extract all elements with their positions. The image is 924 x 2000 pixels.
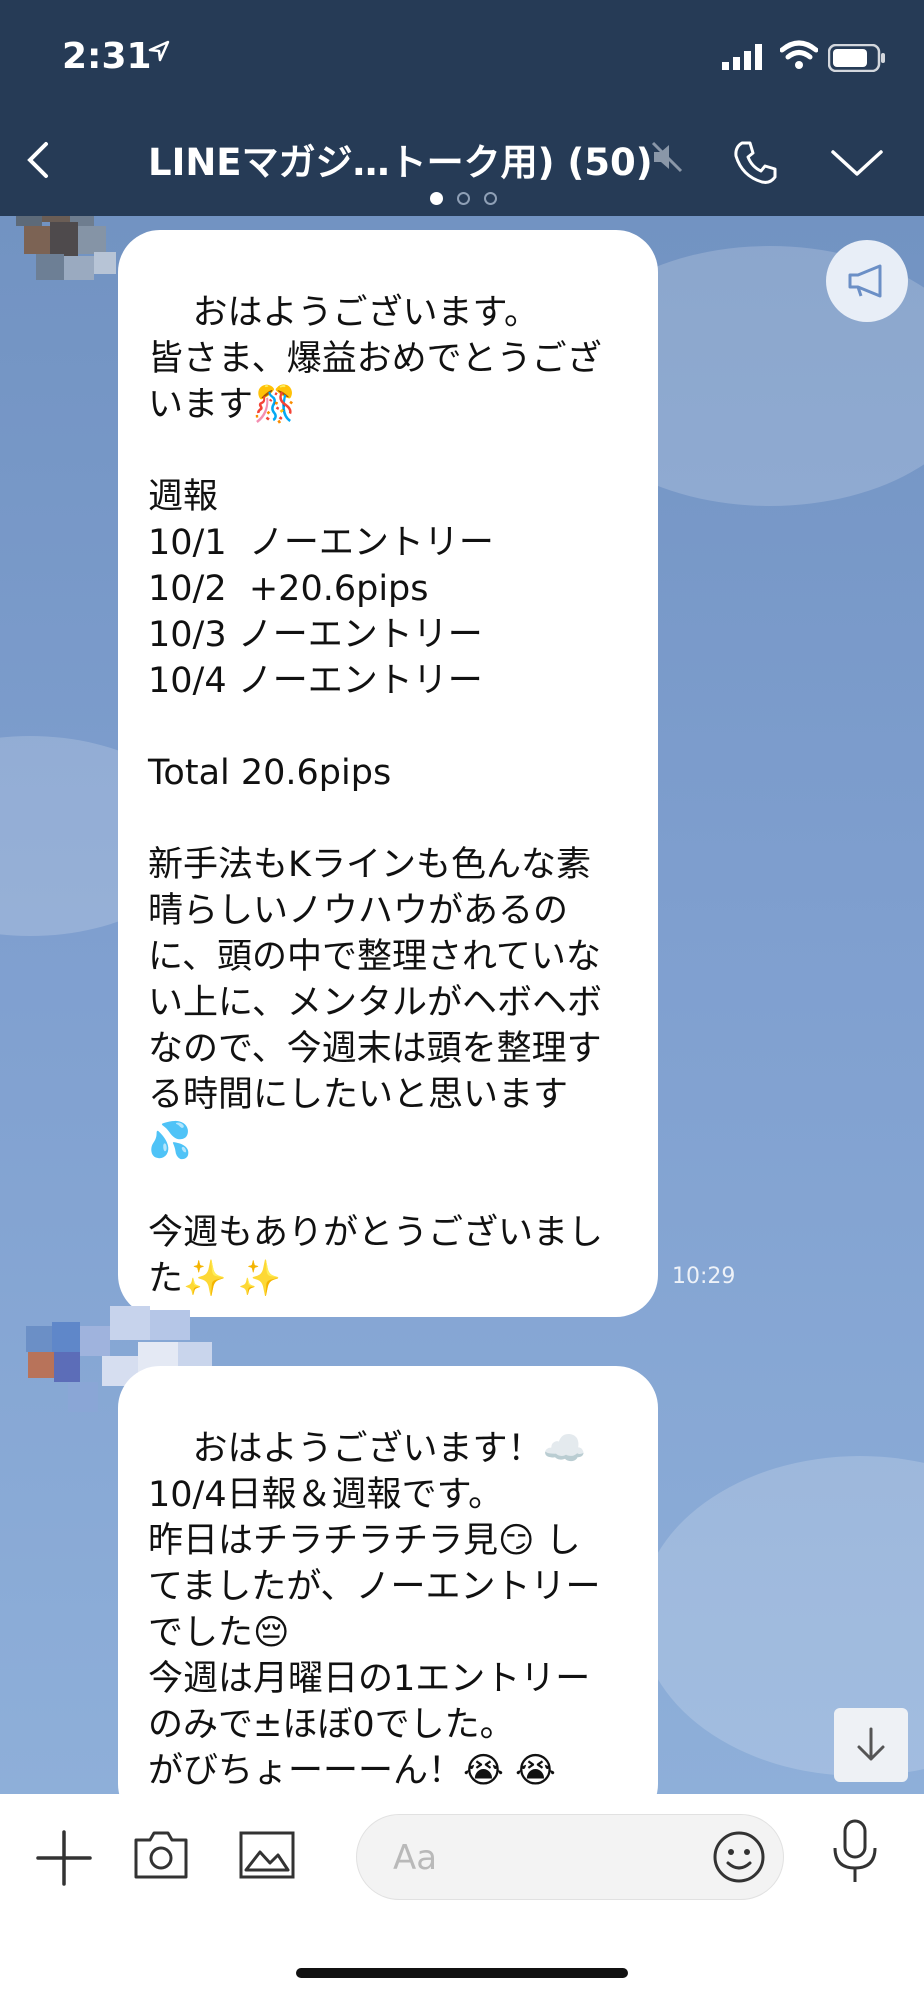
battery-icon xyxy=(828,44,885,72)
arrow-down-icon xyxy=(857,1727,885,1761)
wifi-icon xyxy=(780,40,818,69)
message-input[interactable] xyxy=(391,1835,695,1881)
mute-speaker-icon xyxy=(651,141,683,173)
page-dot xyxy=(457,192,470,205)
page-indicator xyxy=(430,192,497,205)
microphone-icon[interactable] xyxy=(830,1818,880,1886)
message-bubble[interactable]: おはようございます。 皆さま、爆益おめでとうござ います🎊 週報 10/1 ノー… xyxy=(118,230,658,1317)
chat-title[interactable]: LINEマガジ…トーク用) (50) xyxy=(148,132,653,186)
announcement-button[interactable] xyxy=(826,240,908,322)
message-input-bar xyxy=(0,1794,924,2000)
message-bubble[interactable]: おはようございます！☁️ 10/4日報＆週報です。 昨日はチラチラチラ見😏 し … xyxy=(118,1366,658,1794)
emoji-icon[interactable] xyxy=(711,1829,767,1885)
message-text: おはようございます。 皆さま、爆益おめでとうござ います🎊 週報 10/1 ノー… xyxy=(148,293,604,1299)
chat-header: LINEマガジ…トーク用) (50) xyxy=(0,110,924,216)
home-indicator xyxy=(296,1968,628,1978)
status-bar: 2:31 xyxy=(0,0,924,110)
chevron-down-icon[interactable] xyxy=(830,148,884,178)
location-arrow-icon xyxy=(148,40,170,62)
sender-avatar[interactable] xyxy=(6,216,136,302)
back-chevron-icon[interactable] xyxy=(20,140,60,180)
scroll-to-bottom-button[interactable] xyxy=(834,1708,908,1782)
chat-area[interactable]: おはようございます。 皆さま、爆益おめでとうござ います🎊 週報 10/1 ノー… xyxy=(0,216,924,1794)
message-text: おはようございます！☁️ 10/4日報＆週報です。 昨日はチラチラチラ見😏 し … xyxy=(148,1429,601,1791)
megaphone-icon xyxy=(848,264,882,298)
plus-icon[interactable] xyxy=(36,1830,92,1886)
phone-call-icon[interactable] xyxy=(730,138,780,188)
status-time: 2:31 xyxy=(62,36,152,77)
message-field[interactable] xyxy=(356,1814,784,1900)
page-dot xyxy=(484,192,497,205)
camera-icon[interactable] xyxy=(132,1830,190,1880)
message-timestamp: 10:29 xyxy=(672,1264,736,1289)
page-dot-active xyxy=(430,192,443,205)
signal-icon xyxy=(722,44,762,70)
image-icon[interactable] xyxy=(238,1830,296,1880)
